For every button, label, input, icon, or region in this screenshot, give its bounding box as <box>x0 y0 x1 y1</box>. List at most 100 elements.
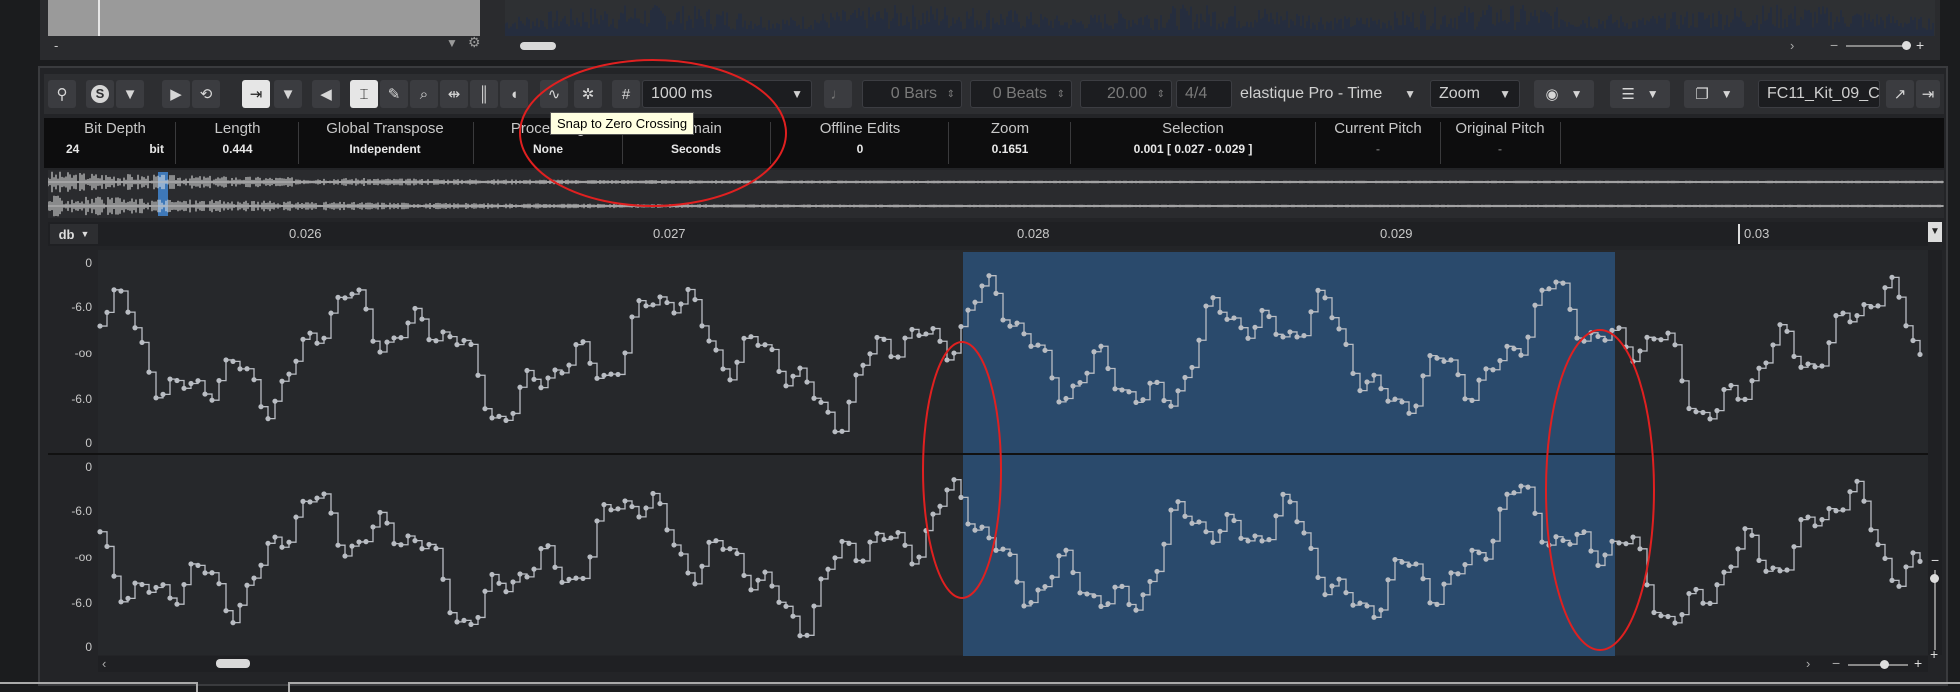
ch1-level-label: -6.0 <box>71 300 92 314</box>
tooltip: Snap to Zero Crossing <box>550 112 695 135</box>
scroll-left-icon[interactable]: ‹ <box>102 656 106 671</box>
chevron-down-icon[interactable]: ▼ <box>446 36 458 50</box>
stepper-icon[interactable]: ⇕ <box>1057 89 1065 100</box>
chevron-down-icon: ▼ <box>1720 87 1733 101</box>
info-offline-edits[interactable]: Offline Edits 0 <box>776 120 944 156</box>
left-panel <box>48 0 480 36</box>
signature-field[interactable]: 4/4 <box>1176 80 1232 108</box>
zoom-select[interactable]: Zoom ▼ <box>1430 80 1520 108</box>
divider <box>298 122 299 164</box>
signature-value: 4/4 <box>1185 85 1208 102</box>
ruler-unit-select[interactable]: db ▼ <box>50 224 98 244</box>
open-external-icon[interactable]: ↗ <box>1886 80 1914 108</box>
chevron-down-icon: ▼ <box>80 229 90 239</box>
zoom-slider-handle[interactable] <box>1902 41 1911 50</box>
bars-icon[interactable]: ║ <box>470 80 498 108</box>
vertical-zoom-handle[interactable] <box>1930 574 1939 583</box>
beats-field[interactable]: 0 Beats ⇕ <box>970 80 1072 108</box>
chevron-down-icon[interactable]: ▼ <box>274 80 302 108</box>
info-length[interactable]: Length 0.444 <box>180 120 295 156</box>
ch2-level-label: -6.0 <box>71 596 92 610</box>
horizontal-scrollbar[interactable] <box>98 656 1928 672</box>
info-label: Offline Edits <box>819 120 901 137</box>
zoom-in-icon[interactable]: + <box>1930 646 1938 662</box>
snap-icon[interactable]: ✲ <box>574 80 602 108</box>
info-unit: bit <box>149 142 164 156</box>
zoom-in-icon[interactable]: + <box>1914 655 1922 671</box>
loop-icon[interactable]: ⟲ <box>192 80 220 108</box>
file-name-field[interactable]: FC11_Kit_09_Cl. <box>1758 80 1880 108</box>
info-selection[interactable]: Selection 0.001 [ 0.027 - 0.029 ] <box>1074 120 1312 156</box>
divider <box>1315 122 1316 164</box>
grid-icon[interactable]: # <box>612 80 640 108</box>
ruler-tick: 0.026 <box>289 226 322 241</box>
stepper-icon[interactable]: ⇕ <box>1157 89 1165 100</box>
info-label: Length <box>214 120 261 137</box>
zoom-out-icon[interactable]: − <box>1931 552 1939 568</box>
chevron-down-icon[interactable]: ▼ <box>791 87 803 101</box>
horizontal-zoom-handle[interactable] <box>1880 660 1889 669</box>
info-global-transpose[interactable]: Global Transpose Independent <box>300 120 470 156</box>
scroll-right-icon[interactable]: › <box>1806 656 1810 671</box>
eye-icon: ◉ <box>1545 86 1559 103</box>
cut-icon[interactable]: ⇹ <box>440 80 468 108</box>
note-icon[interactable]: ♩ <box>824 80 852 108</box>
left-panel-label: - <box>54 38 59 53</box>
exit-icon[interactable]: ⇥ <box>1916 80 1940 108</box>
info-bit-depth[interactable]: Bit Depth 24 bit <box>60 120 170 156</box>
stepper-icon[interactable]: ⇕ <box>947 89 955 100</box>
info-label: Bit Depth <box>84 120 146 137</box>
play-icon[interactable]: ▶ <box>162 80 190 108</box>
select-tool-icon[interactable]: ⇥ <box>242 80 270 108</box>
gear-icon[interactable]: ⚙ <box>468 34 481 51</box>
info-label: Current Pitch <box>1334 120 1422 137</box>
horizontal-zoom-slider[interactable] <box>1848 664 1908 666</box>
ruler-tick: 0.03 <box>1744 226 1770 241</box>
speaker-icon[interactable]: ◀ <box>312 80 340 108</box>
cursor-marker <box>1738 224 1740 244</box>
zoom-in-icon[interactable]: + <box>1916 37 1924 53</box>
top-scrollbar[interactable] <box>505 38 1935 54</box>
chevron-down-icon[interactable]: ▼ <box>116 80 144 108</box>
chevron-down-icon[interactable]: ▼ <box>1404 87 1416 101</box>
divider <box>770 122 771 164</box>
zero-crossing-icon[interactable]: ∿ <box>540 80 568 108</box>
snap-value-field[interactable]: 1000 ms ▼ <box>642 80 812 108</box>
top-scrollbar-thumb[interactable] <box>520 42 556 50</box>
info-label: Original Pitch <box>1455 120 1545 137</box>
chevron-down-icon[interactable]: ▼ <box>1499 87 1511 101</box>
info-value: 0.1651 <box>991 142 1029 156</box>
zoom-slider[interactable] <box>1846 45 1906 47</box>
info-zoom[interactable]: Zoom 0.1651 <box>952 120 1068 156</box>
overview-graphic <box>48 170 1944 218</box>
zoom-icon[interactable]: ⌕ <box>410 80 438 108</box>
solo-button[interactable]: S <box>86 80 114 108</box>
layers-button[interactable]: ☰ ▼ <box>1610 80 1670 108</box>
algorithm-value: elastique Pro - Time <box>1240 85 1383 102</box>
window-button[interactable]: ❐ ▼ <box>1684 80 1744 108</box>
time-ruler[interactable] <box>48 222 1928 246</box>
info-original-pitch[interactable]: Original Pitch - <box>1440 120 1560 156</box>
beats-value: 0 Beats <box>992 85 1047 102</box>
info-value: 0 <box>856 142 864 156</box>
pin-icon[interactable]: ⚲ <box>48 80 76 108</box>
zoom-out-icon[interactable]: − <box>1832 655 1840 671</box>
ruler-tick: 0.027 <box>653 226 686 241</box>
algorithm-select[interactable]: elastique Pro - Time ▼ <box>1232 80 1420 108</box>
info-value: None <box>533 142 563 156</box>
tempo-field[interactable]: 20.00 ⇕ <box>1080 80 1172 108</box>
chevron-down-icon[interactable]: ▼ <box>1928 222 1942 242</box>
info-value: - <box>1376 142 1380 156</box>
bars-field[interactable]: 0 Bars ⇕ <box>862 80 962 108</box>
view-toggle-button[interactable]: ◉ ▼ <box>1534 80 1594 108</box>
playhead-line <box>98 0 100 36</box>
pencil-icon[interactable]: ✎ <box>380 80 408 108</box>
bars-value: 0 Bars <box>890 85 937 102</box>
scroll-right-icon[interactable]: › <box>1790 38 1794 53</box>
speaker-icon[interactable]: ◖ <box>500 80 528 108</box>
info-current-pitch[interactable]: Current Pitch - <box>1318 120 1438 156</box>
waveform-overview[interactable] <box>48 170 1944 218</box>
zoom-out-icon[interactable]: − <box>1830 37 1838 53</box>
range-tool-icon[interactable]: ⌶ <box>350 80 378 108</box>
scrollbar-thumb[interactable] <box>216 659 250 668</box>
